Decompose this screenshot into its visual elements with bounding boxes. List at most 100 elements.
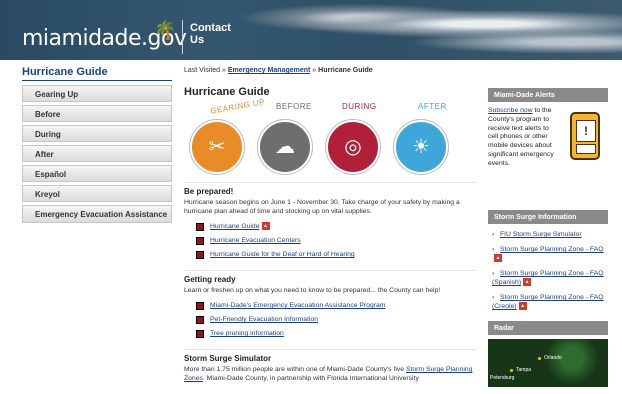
be-prepared-text: Hurricane season begins on June 1 - Nove…: [184, 199, 460, 215]
pdf-icon[interactable]: ▲: [523, 278, 532, 286]
sidebar-item-espanol[interactable]: Español: [22, 165, 172, 182]
radar-label-tampa: Tampa: [516, 367, 532, 373]
alerts-description: to the County's program to receive text …: [488, 107, 554, 167]
bullet-icon: [196, 237, 204, 245]
radar-panel-title: Radar: [488, 321, 608, 335]
list-item: Pet-Friendly Evacuation Information: [196, 315, 476, 329]
arrow-icon: ›: [492, 231, 495, 238]
sidebar-item-during[interactable]: During: [22, 125, 172, 142]
fiu-simulator-link[interactable]: FIU Storm Surge Simulator: [500, 231, 582, 238]
pdf-icon[interactable]: ▲: [261, 222, 270, 230]
bullet-icon: [196, 251, 204, 259]
radar-point: [510, 369, 513, 372]
list-item: Hurricane Evacuation Centers: [196, 236, 476, 250]
surge-faq-creole-link[interactable]: Storm Surge Planning Zone - FAQ (Creole): [492, 294, 604, 310]
pdf-icon[interactable]: ▲: [518, 302, 527, 310]
radar-point: [538, 357, 541, 360]
cloud-icon: ☁: [275, 136, 295, 158]
gearing-up-label: GEARING UP: [210, 97, 266, 115]
bullet-icon: [196, 330, 204, 338]
before-circle[interactable]: ☁: [258, 120, 312, 174]
hurricane-icon: ◎: [344, 136, 362, 158]
arrow-icon: ›: [492, 246, 495, 253]
after-circle[interactable]: ☀: [394, 120, 448, 174]
storm-item: › Storm Surge Planning Zone - FAQ▲: [492, 245, 608, 263]
phase-icons: GEARING UP ✂ BEFORE ☁ DURING ◎ AFTER ☀: [184, 97, 476, 176]
radar-label-petersburg: Petersburg: [490, 375, 515, 381]
after-label-text: AFTER: [418, 102, 447, 111]
list-item: Miami-Dade's Emergency Evacuation Assist…: [196, 301, 476, 315]
sidebar-item-after[interactable]: After: [22, 145, 172, 162]
main-content: Hurricane Guide GEARING UP ✂ BEFORE ☁ DU…: [184, 80, 476, 383]
palm-tree-icon: 🌴: [154, 20, 177, 40]
sidebar-item-before[interactable]: Before: [22, 105, 172, 122]
list-item: Hurricane Guide ▲: [196, 222, 476, 236]
list-item: Tree pruning information: [196, 329, 476, 343]
contact-us-link[interactable]: Contact Us: [190, 22, 231, 46]
page-title: Hurricane Guide: [184, 86, 270, 98]
during-label: DURING: [342, 102, 377, 111]
during-label-text: DURING: [342, 102, 377, 111]
deaf-guide-link[interactable]: Hurricane Guide for the Deaf or Hard of …: [210, 250, 355, 259]
breadcrumb-link-emergency-management[interactable]: Emergency Management: [228, 67, 310, 74]
tools-icon: ✂: [208, 136, 226, 158]
evacuation-assistance-link[interactable]: Miami-Dade's Emergency Evacuation Assist…: [210, 301, 385, 310]
storm-surge-simulator-heading: Storm Surge Simulator: [184, 354, 272, 363]
surge-faq-spanish-link[interactable]: Storm Surge Planning Zone - FAQ (Spanish…: [492, 270, 604, 286]
list-item: Hurricane Guide for the Deaf or Hard of …: [196, 250, 476, 264]
breadcrumb-current: Hurricane Guide: [318, 67, 373, 74]
getting-ready-heading: Getting ready: [184, 275, 236, 284]
gearing-up-circle[interactable]: ✂: [190, 120, 244, 174]
breadcrumb: Last Visited » Emergency Management » Hu…: [184, 67, 373, 74]
subscribe-link[interactable]: Subscribe now: [488, 107, 533, 114]
section-divider: [184, 270, 476, 271]
before-label: BEFORE: [276, 102, 312, 111]
during-circle[interactable]: ◎: [326, 120, 380, 174]
alerts-panel: Subscribe now to the County's program to…: [488, 102, 608, 200]
sidebar-nav: Gearing Up Before During After Español K…: [22, 85, 172, 226]
sidebar-title[interactable]: Hurricane Guide: [22, 66, 108, 78]
tree-pruning-link[interactable]: Tree pruning information: [210, 329, 284, 338]
sidebar-divider: [22, 80, 172, 81]
phone-screen: !: [576, 120, 596, 142]
getting-ready-links: Miami-Dade's Emergency Evacuation Assist…: [196, 301, 476, 343]
after-label: AFTER: [418, 102, 447, 111]
hurricane-guide-link[interactable]: Hurricane Guide: [210, 222, 260, 231]
site-header: miamidade.gov 🌴 Contact Us: [0, 0, 622, 60]
pdf-icon[interactable]: ▲: [494, 254, 502, 262]
section-divider: [184, 349, 476, 350]
be-prepared-heading: Be prepared!: [184, 187, 234, 196]
sidebar-item-kreyol[interactable]: Kreyol: [22, 185, 172, 202]
evacuation-centers-link[interactable]: Hurricane Evacuation Centers: [210, 236, 301, 245]
radar-map[interactable]: Orlando Tampa Petersburg: [488, 339, 608, 387]
before-label-text: BEFORE: [276, 102, 312, 111]
arrow-icon: ›: [492, 270, 495, 277]
arrow-icon: ›: [492, 294, 495, 301]
header-divider: [182, 20, 183, 54]
storm-item: › Storm Surge Planning Zone - FAQ (Spanis…: [492, 269, 608, 287]
bullet-icon: [196, 316, 204, 324]
alerts-panel-title: Miami-Dade Alerts: [488, 88, 608, 102]
storm-item: › FIU Storm Surge Simulator: [492, 230, 608, 239]
storm-surge-panel-title: Storm Surge Information: [488, 210, 608, 224]
breadcrumb-prefix: Last Visited »: [184, 67, 226, 74]
sun-icon: ☀: [412, 136, 430, 158]
right-sidebar: Miami-Dade Alerts Subscribe now to the C…: [488, 88, 608, 387]
simulator-text-after: . Miami-Dade County, in partnership with…: [202, 375, 419, 382]
surge-faq-link[interactable]: Storm Surge Planning Zone - FAQ: [500, 246, 604, 253]
getting-ready-text: Learn or freshen up on what you need to …: [184, 287, 441, 294]
sidebar-item-evacuation-assistance[interactable]: Emergency Evacuation Assistance: [22, 205, 172, 223]
pet-friendly-link[interactable]: Pet-Friendly Evacuation Information: [210, 315, 318, 324]
be-prepared-links: Hurricane Guide ▲ Hurricane Evacuation Ce…: [196, 222, 476, 264]
simulator-text-before: More than 1.75 million people are within…: [184, 366, 405, 373]
storm-surge-simulator-text: More than 1.75 million people are within…: [184, 365, 476, 383]
alerts-text: Subscribe now to the County's program to…: [488, 107, 554, 169]
storm-item: › Storm Surge Planning Zone - FAQ (Creole…: [492, 293, 608, 311]
section-divider: [184, 182, 476, 183]
sidebar-item-gearing-up[interactable]: Gearing Up: [22, 85, 172, 102]
breadcrumb-separator: »: [312, 67, 317, 74]
gearing-up-label-text: GEARING UP: [209, 97, 266, 116]
phone-keypad: [576, 144, 596, 154]
mobile-phone-icon: !: [570, 112, 600, 160]
bullet-icon: [196, 302, 204, 310]
